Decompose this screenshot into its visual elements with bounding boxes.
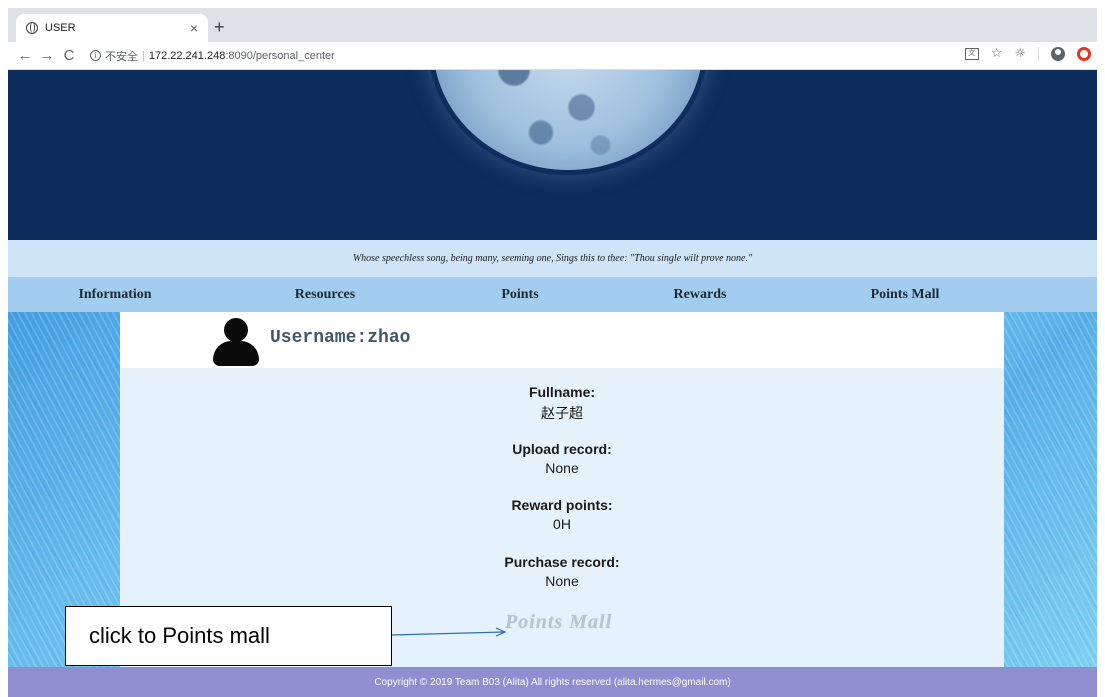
- avatar-icon: [213, 318, 259, 368]
- address-bar[interactable]: i 不安全 | 172.22.241.248 :8090/personal_ce…: [90, 48, 335, 64]
- field-label: Fullname:: [528, 384, 596, 400]
- field-value: 0H: [553, 516, 571, 532]
- window-frame-top: [0, 0, 1105, 8]
- page-viewport: Whose speechless song, being many, seemi…: [8, 70, 1097, 697]
- nav-rewards[interactable]: Rewards: [674, 277, 727, 312]
- moon-image: [433, 70, 703, 170]
- points-mall-link[interactable]: Points Mall: [505, 611, 612, 634]
- forward-button[interactable]: →: [36, 47, 58, 64]
- header-banner: [8, 70, 1097, 240]
- info-icon[interactable]: i: [90, 50, 101, 61]
- insecure-label: 不安全: [105, 50, 138, 63]
- reload-button[interactable]: C: [58, 47, 80, 64]
- url-path: :8090/personal_center: [225, 49, 335, 62]
- extension-icon[interactable]: ☼: [1014, 46, 1026, 61]
- url-host: 172.22.241.248: [148, 49, 226, 62]
- footer-copyright: Copyright © 2019 Team B03 (Alita) All ri…: [374, 676, 731, 688]
- annotation-callout: click to Points mall: [65, 606, 392, 666]
- browser-tab-strip: USER × +: [8, 8, 1097, 42]
- quote-bar: Whose speechless song, being many, seemi…: [8, 240, 1097, 277]
- globe-icon: [26, 22, 38, 34]
- nav-resources[interactable]: Resources: [295, 277, 355, 312]
- username-label: Username:zhao: [270, 328, 411, 348]
- avatar-head: [224, 318, 248, 342]
- purchase-record-field: Purchase record: None: [120, 554, 1004, 589]
- fullname-field: Fullname: 赵子超: [120, 384, 1004, 423]
- field-value: None: [545, 460, 579, 476]
- browser-toolbar: ← → C i 不安全 | 172.22.241.248 :8090/perso…: [8, 42, 1097, 70]
- annotation-arrow-icon: [392, 627, 507, 637]
- nav-points-mall[interactable]: Points Mall: [871, 277, 940, 312]
- reward-points-field: Reward points: 0H: [120, 497, 1004, 532]
- tab-title: USER: [45, 22, 76, 34]
- nav-information[interactable]: Information: [78, 277, 151, 312]
- page-footer: Copyright © 2019 Team B03 (Alita) All ri…: [8, 667, 1097, 697]
- field-label: Purchase record:: [504, 554, 620, 570]
- field-label: Upload record:: [512, 441, 612, 457]
- field-value: None: [545, 573, 579, 589]
- annotation-text: click to Points mall: [89, 623, 270, 648]
- opera-icon[interactable]: [1077, 46, 1091, 61]
- new-tab-button[interactable]: +: [214, 17, 225, 38]
- toolbar-divider: [1038, 46, 1039, 61]
- translate-icon[interactable]: 文: [964, 47, 979, 60]
- back-button[interactable]: ←: [14, 47, 36, 64]
- window-frame-left: [0, 8, 8, 697]
- account-icon[interactable]: [1051, 46, 1065, 61]
- window-frame-right: [1097, 8, 1105, 697]
- quote-text: Whose speechless song, being many, seemi…: [352, 253, 753, 264]
- star-icon[interactable]: ☆: [991, 46, 1003, 61]
- field-value: 赵子超: [541, 405, 583, 421]
- toolbar-actions: 文 ☆ ☼: [964, 46, 1091, 61]
- field-label: Reward points:: [511, 497, 613, 513]
- close-tab-icon[interactable]: ×: [190, 20, 198, 36]
- avatar-body: [213, 341, 259, 366]
- main-nav: Information Resources Points Rewards Poi…: [8, 277, 1097, 312]
- profile-header: Username:zhao: [120, 312, 1004, 368]
- upload-record-field: Upload record: None: [120, 441, 1004, 476]
- browser-tab[interactable]: USER ×: [16, 14, 208, 42]
- nav-points[interactable]: Points: [501, 277, 538, 312]
- url-separator: |: [142, 49, 145, 62]
